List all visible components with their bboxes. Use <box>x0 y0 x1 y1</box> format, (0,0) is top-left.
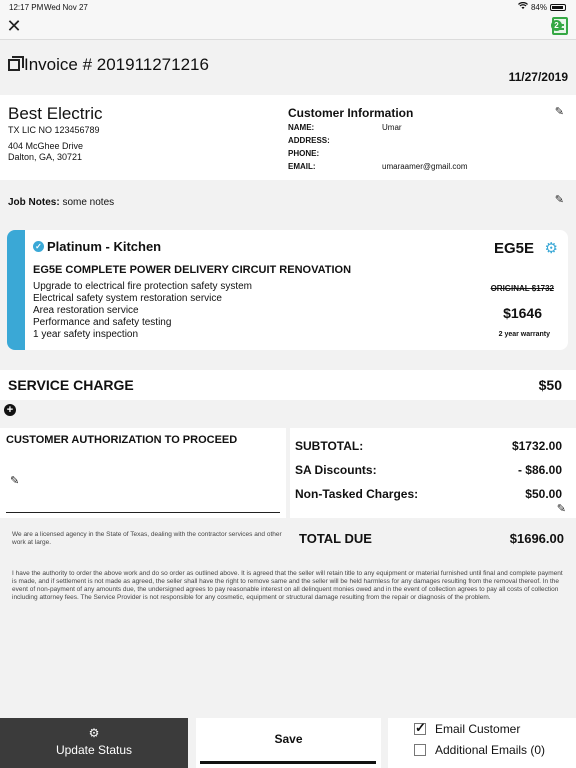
company-license: TX LIC NO 123456789 <box>8 125 100 135</box>
additional-emails-label: Additional Emails (0) <box>435 743 546 757</box>
save-label: Save <box>274 732 303 746</box>
signature-line[interactable] <box>6 512 280 513</box>
job-notes-label: Job Notes: <box>8 197 60 208</box>
nontasked-value: $50.00 <box>525 487 562 501</box>
nav-bar: ✕ 2 <box>0 14 576 40</box>
subtotal-value: $1732.00 <box>511 439 562 453</box>
task-card[interactable]: ✓ Platinum - Kitchen EG5E ⚙ EG5E COMPLET… <box>7 230 568 350</box>
add-item-icon[interactable]: + <box>4 404 16 416</box>
customer-email-label: EMAIL: <box>288 162 316 171</box>
total-due-label: TOTAL DUE <box>299 531 372 546</box>
task-item: Upgrade to electrical fire protection sa… <box>33 281 252 292</box>
discount-label: SA Discounts: <box>295 463 377 477</box>
battery-icon <box>550 3 566 11</box>
notes-badge: 2 <box>551 20 562 31</box>
job-notes: Job Notes: some notes <box>8 197 114 208</box>
task-original-price: ORIGINAL $1732 <box>490 284 554 293</box>
company-address-line1: 404 McGhee Drive <box>8 141 84 151</box>
task-item: Electrical safety system restoration ser… <box>33 293 222 304</box>
customer-name-label: NAME: <box>288 123 315 132</box>
email-customer-checkbox[interactable]: Email Customer <box>414 720 521 736</box>
task-heading: EG5E COMPLETE POWER DELIVERY CIRCUIT REN… <box>33 264 352 276</box>
customer-phone-label: PHONE: <box>288 149 320 158</box>
save-underline <box>200 761 376 764</box>
edit-notes-pencil-icon[interactable]: ✎ <box>555 193 564 206</box>
total-due-value: $1696.00 <box>509 531 564 546</box>
close-icon[interactable]: ✕ <box>6 16 22 36</box>
customer-info-title: Customer Information <box>288 106 414 120</box>
service-charge-label: SERVICE CHARGE <box>8 377 134 393</box>
invoice-title: Invoice # 201911271216 <box>8 55 209 75</box>
task-price: $1646 <box>503 305 542 321</box>
company-address-line2: Dalton, GA, 30721 <box>8 152 83 162</box>
nontasked-label: Non-Tasked Charges: <box>295 487 419 501</box>
gear-icon: ⚙ <box>88 726 100 740</box>
invoice-date: 11/27/2019 <box>508 70 568 84</box>
update-status-label: Update Status <box>55 743 133 757</box>
status-time: 12:17 PM <box>9 3 44 12</box>
customer-email-value: umaraamer@gmail.com <box>382 162 468 171</box>
company-name: Best Electric <box>8 104 103 123</box>
service-charge-amount: $50 <box>538 377 562 393</box>
legal-terms: I have the authority to order the above … <box>12 570 563 601</box>
subtotal-label: SUBTOTAL: <box>295 439 364 453</box>
checkbox-checked-icon[interactable] <box>414 720 426 736</box>
signature-pencil-icon[interactable]: ✎ <box>10 474 19 487</box>
status-right: 84% <box>517 1 566 12</box>
job-notes-row: Job Notes: some notes ✎ <box>0 187 576 217</box>
invoice-header: Invoice # 201911271216 11/27/2019 <box>0 41 576 93</box>
email-customer-label: Email Customer <box>435 722 521 736</box>
license-disclaimer: We are a licensed agency in the State of… <box>12 531 282 546</box>
company-customer-card: Best Electric TX LIC NO 123456789 404 Mc… <box>0 95 576 180</box>
battery-percent: 84% <box>530 2 547 12</box>
task-item: 1 year safety inspection <box>33 329 139 340</box>
notes-icon[interactable]: 2 <box>551 17 568 35</box>
edit-customer-pencil-icon[interactable]: ✎ <box>555 105 564 118</box>
task-tier-label: Platinum - Kitchen <box>47 239 162 254</box>
save-button[interactable]: Save <box>196 718 381 768</box>
task-tier: ✓ Platinum - Kitchen <box>33 239 161 254</box>
authorization-title: CUSTOMER AUTHORIZATION TO PROCEED <box>6 434 238 446</box>
task-code: EG5E <box>493 240 534 257</box>
edit-totals-pencil-icon[interactable]: ✎ <box>557 502 566 515</box>
task-item: Area restoration service <box>33 305 139 316</box>
task-accent-bar <box>7 230 25 350</box>
authorization-card: CUSTOMER AUTHORIZATION TO PROCEED ✎ <box>0 428 286 518</box>
bottom-action-bar: ⚙ Update Status Save Email Customer Addi… <box>0 718 576 768</box>
task-section: ✓ Platinum - Kitchen EG5E ⚙ EG5E COMPLET… <box>0 218 576 368</box>
status-date: Wed Nov 27 <box>44 3 88 12</box>
copy-icon <box>8 56 24 71</box>
totals-card: SUBTOTAL: $1732.00 SA Discounts: - $86.0… <box>290 428 576 518</box>
additional-emails-checkbox[interactable]: Additional Emails (0) <box>414 743 545 757</box>
job-notes-value: some notes <box>62 197 115 208</box>
status-bar: 12:17 PM Wed Nov 27 84% <box>0 0 576 14</box>
customer-address-label: ADDRESS: <box>288 136 330 145</box>
discount-value: - $86.00 <box>517 463 562 477</box>
update-status-button[interactable]: ⚙ Update Status <box>0 718 188 768</box>
gear-icon[interactable]: ⚙ <box>545 239 558 257</box>
email-options: Email Customer Additional Emails (0) <box>388 718 576 768</box>
wifi-icon <box>517 1 528 12</box>
task-item: Performance and safety testing <box>33 317 172 328</box>
service-charge-row: SERVICE CHARGE $50 <box>0 370 576 400</box>
checkbox-unchecked-icon[interactable] <box>414 744 426 756</box>
task-warranty: 2 year warranty <box>498 331 550 338</box>
verified-badge-icon: ✓ <box>33 241 44 252</box>
invoice-number: Invoice # 201911271216 <box>24 55 209 74</box>
customer-name-value: Umar <box>382 123 402 132</box>
